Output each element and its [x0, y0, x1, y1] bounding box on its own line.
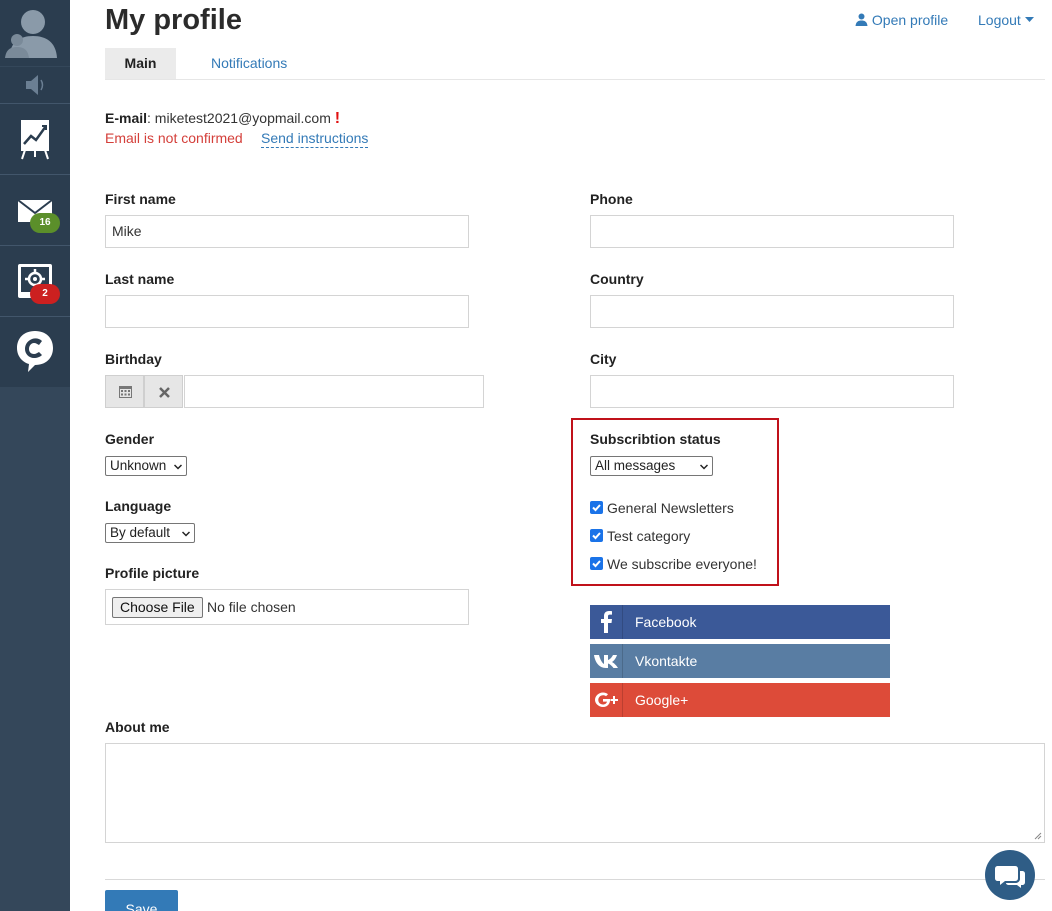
chat-logo-icon	[17, 331, 53, 372]
chevron-down-icon	[700, 464, 708, 470]
gender-label: Gender	[105, 431, 155, 447]
subscription-category-row[interactable]: We subscribe everyone!	[590, 556, 757, 572]
language-select[interactable]: By default	[105, 523, 195, 543]
email-row: E-mail: miketest2021@yopmail.com !	[105, 110, 341, 127]
subscription-status-value: All messages	[595, 458, 676, 473]
facebook-icon	[590, 605, 623, 639]
subscription-status-select[interactable]: All messages	[590, 456, 713, 476]
google-plus-label: Google+	[635, 692, 689, 708]
sidebar-item-messages[interactable]: 16	[0, 175, 70, 245]
birthday-input[interactable]	[184, 375, 484, 408]
logout-dropdown[interactable]: Logout	[978, 12, 1034, 28]
last-name-input[interactable]	[105, 295, 469, 328]
country-label: Country	[590, 271, 644, 287]
settings-page-icon	[18, 264, 52, 298]
vkontakte-button[interactable]: Vkontakte	[590, 644, 890, 678]
file-status-text: No file chosen	[207, 599, 296, 615]
choose-file-button[interactable]: Choose File	[112, 597, 203, 618]
subscription-category-label: General Newsletters	[607, 500, 734, 516]
subscription-category-row[interactable]: Test category	[590, 528, 690, 544]
calendar-icon	[119, 386, 132, 398]
page-title: My profile	[105, 4, 242, 36]
open-profile-label: Open profile	[871, 12, 949, 28]
subscription-category-label: Test category	[607, 528, 691, 544]
about-me-textarea[interactable]	[105, 743, 1045, 843]
google-plus-button[interactable]: Google+	[590, 683, 890, 717]
first-name-input[interactable]: Mike	[105, 215, 469, 248]
chart-presentation-icon	[21, 120, 49, 160]
email-warning-mark: !	[334, 110, 341, 127]
sidebar-item-chat[interactable]	[0, 317, 70, 387]
language-value: By default	[110, 525, 171, 540]
settings-count-badge: 2	[30, 284, 60, 304]
profile-picture-label: Profile picture	[105, 565, 200, 581]
profile-picture-field: Choose File No file chosen	[105, 589, 469, 625]
sidebar-item-settings[interactable]: 2	[0, 246, 70, 316]
sidebar: 16 2	[0, 0, 70, 911]
save-button[interactable]: Save	[105, 890, 178, 911]
form-divider	[105, 879, 1045, 880]
last-name-label: Last name	[105, 271, 175, 287]
facebook-label: Facebook	[635, 614, 697, 630]
checkbox-checked[interactable]	[590, 501, 603, 514]
checkbox-checked[interactable]	[590, 529, 603, 542]
mute-icon	[26, 75, 44, 95]
subscription-category-row[interactable]: General Newsletters	[590, 500, 734, 516]
email-not-confirmed-text: Email is not confirmed	[105, 130, 243, 146]
vk-icon	[590, 644, 623, 678]
chevron-down-icon	[182, 531, 190, 537]
birthday-label: Birthday	[105, 351, 162, 367]
phone-input[interactable]	[590, 215, 954, 248]
facebook-button[interactable]: Facebook	[590, 605, 890, 639]
logout-label: Logout	[978, 12, 1021, 28]
subscription-category-label: We subscribe everyone!	[607, 556, 757, 572]
tab-notifications[interactable]: Notifications	[211, 48, 287, 79]
close-icon	[159, 387, 170, 398]
country-input[interactable]	[590, 295, 954, 328]
checkmark-icon	[592, 504, 601, 512]
email-value: miketest2021@yopmail.com	[154, 110, 331, 126]
caret-down-icon	[1024, 17, 1034, 22]
resize-handle-icon[interactable]	[1034, 832, 1042, 840]
birthday-calendar-button[interactable]	[105, 375, 144, 408]
gender-value: Unknown	[110, 458, 167, 473]
vkontakte-label: Vkontakte	[635, 653, 698, 669]
city-label: City	[590, 351, 617, 367]
google-plus-icon	[590, 683, 623, 717]
about-me-label: About me	[105, 719, 170, 735]
tab-main[interactable]: Main	[105, 48, 176, 79]
chevron-down-icon	[174, 464, 182, 470]
messages-count-badge: 16	[30, 213, 60, 233]
mail-icon	[17, 199, 53, 222]
checkmark-icon	[592, 532, 601, 540]
checkbox-checked[interactable]	[590, 557, 603, 570]
open-profile-link[interactable]: Open profile	[855, 12, 948, 28]
email-label: E-mail	[105, 110, 148, 126]
birthday-clear-button[interactable]	[144, 375, 183, 408]
support-chat-button[interactable]	[985, 850, 1035, 900]
first-name-label: First name	[105, 191, 176, 207]
sidebar-mute[interactable]	[0, 67, 70, 103]
language-label: Language	[105, 498, 172, 514]
avatar-icon	[0, 0, 70, 66]
subscription-status-label: Subscribtion status	[590, 431, 721, 447]
checkmark-icon	[592, 560, 601, 568]
user-icon	[855, 13, 868, 26]
sidebar-avatar[interactable]	[0, 0, 70, 66]
chat-bubbles-icon	[995, 866, 1025, 888]
city-input[interactable]	[590, 375, 954, 408]
phone-label: Phone	[590, 191, 633, 207]
profile-tabs: Main Notifications	[105, 48, 1045, 80]
gender-select[interactable]: Unknown	[105, 456, 187, 476]
sidebar-item-reports[interactable]	[0, 104, 70, 174]
send-instructions-link[interactable]: Send instructions	[261, 130, 369, 148]
